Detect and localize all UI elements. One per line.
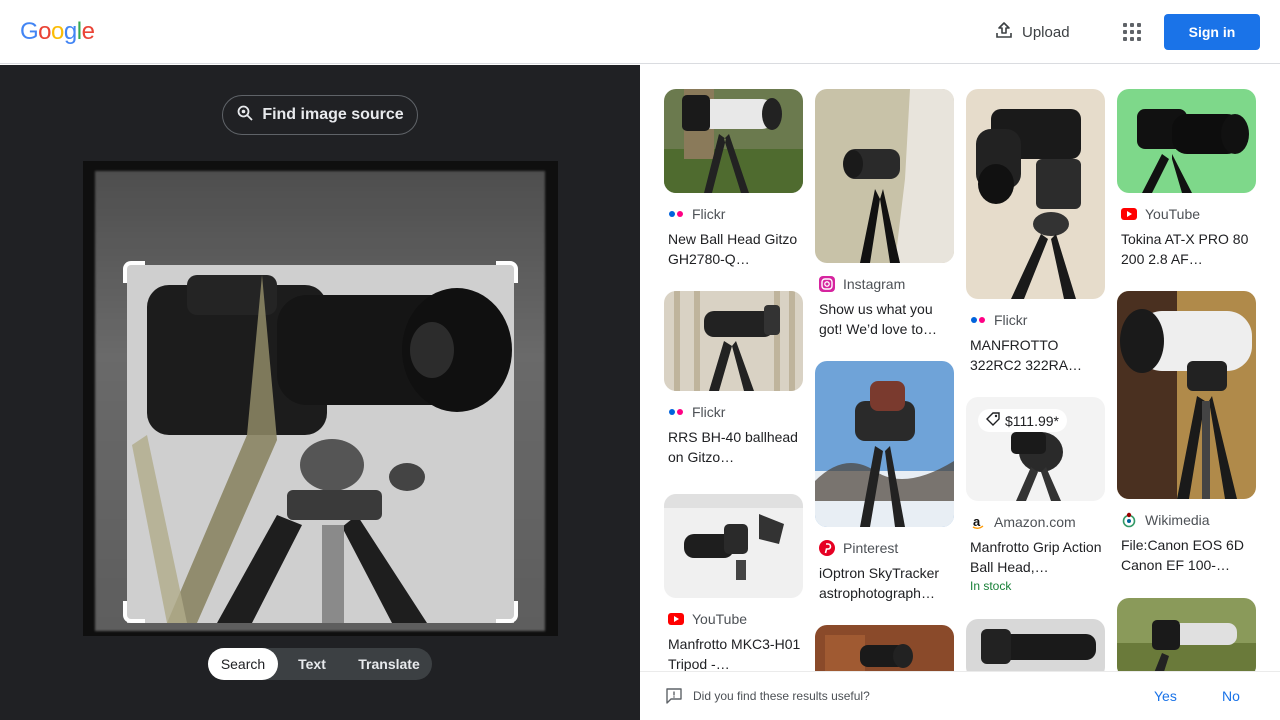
google-apps-icon[interactable] (1116, 16, 1148, 48)
camera-on-tripod-image (127, 265, 514, 623)
crop-handle-bottom-right[interactable] (496, 601, 518, 623)
result-title[interactable]: Manfrotto MKC3-H01 Tripod -… (664, 634, 803, 671)
result-title[interactable]: New Ball Head Gitzo GH2780-Q… (664, 229, 803, 269)
result-card[interactable]: $111.99* a Amazon.com Manfrotto Grip Act… (966, 397, 1105, 593)
crop-handle-top-left[interactable] (123, 261, 145, 283)
result-card[interactable] (1117, 598, 1256, 671)
google-logo[interactable]: Google (20, 18, 95, 46)
result-source: Flickr (966, 311, 1105, 329)
feedback-yes-button[interactable]: Yes (1154, 688, 1177, 704)
result-card[interactable] (966, 619, 1105, 671)
result-thumbnail[interactable] (664, 291, 803, 391)
result-thumbnail[interactable] (966, 89, 1105, 299)
result-thumbnail[interactable] (664, 89, 803, 193)
price-value: $111.99* (1005, 412, 1059, 429)
lens-search-icon (236, 104, 254, 127)
result-source-name: Amazon.com (994, 514, 1076, 530)
feedback-icon (666, 688, 682, 709)
result-source: YouTube (664, 610, 803, 628)
tab-translate[interactable]: Translate (346, 648, 432, 680)
youtube-icon (1121, 206, 1137, 222)
result-thumbnail[interactable] (1117, 89, 1256, 193)
result-card[interactable]: Flickr RRS BH-40 ballhead on Gitzo… (664, 291, 803, 467)
tab-text[interactable]: Text (278, 648, 346, 680)
upload-button[interactable]: Upload (986, 16, 1078, 48)
result-card[interactable]: YouTube Tokina AT-X PRO 80 200 2.8 AF… (1117, 89, 1256, 269)
result-card[interactable] (815, 625, 954, 671)
crop-handle-top-right[interactable] (496, 261, 518, 283)
logo-letter: g (63, 18, 77, 45)
result-source: Pinterest (815, 539, 954, 557)
result-source-name: Flickr (994, 312, 1028, 328)
result-card[interactable]: Pinterest iOptron SkyTracker astrophotog… (815, 361, 954, 603)
pinterest-icon (819, 540, 835, 556)
stock-status: In stock (970, 579, 1012, 593)
result-source: a Amazon.com (966, 513, 1105, 531)
instagram-icon (819, 276, 835, 292)
result-thumbnail[interactable] (664, 494, 803, 598)
result-thumbnail[interactable] (1117, 598, 1256, 671)
feedback-no-button[interactable]: No (1222, 688, 1240, 704)
result-thumbnail[interactable] (815, 89, 954, 263)
logo-letter: e (81, 18, 95, 45)
result-card[interactable]: Instagram Show us what you got! We’d lov… (815, 89, 954, 339)
logo-letter: o (51, 18, 64, 45)
price-badge: $111.99* (978, 409, 1067, 432)
flickr-icon (970, 312, 986, 328)
result-title[interactable]: MANFROTTO 322RC2 322RA… (966, 335, 1105, 375)
crop-handle-bottom-left[interactable] (123, 601, 145, 623)
tab-search[interactable]: Search (208, 648, 278, 680)
result-source-name: YouTube (692, 611, 748, 627)
result-thumbnail[interactable] (966, 619, 1105, 671)
flickr-icon (668, 206, 684, 222)
result-title[interactable]: File:Canon EOS 6D Canon EF 100-… (1117, 535, 1256, 575)
result-thumbnail[interactable] (815, 625, 954, 671)
upload-label: Upload (1022, 23, 1070, 41)
result-thumbnail[interactable] (1117, 291, 1256, 499)
svg-text:a: a (973, 514, 981, 529)
result-source: Wikimedia (1117, 511, 1256, 529)
logo-letter: G (20, 18, 39, 45)
result-source-name: Wikimedia (1145, 512, 1210, 528)
result-title[interactable]: Show us what you got! We’d love to… (815, 299, 954, 339)
visual-matches-grid: Flickr New Ball Head Gitzo GH2780-Q… Fli… (640, 65, 1280, 671)
find-image-source-button[interactable]: Find image source (222, 95, 418, 135)
result-source: YouTube (1117, 205, 1256, 223)
result-source-name: YouTube (1145, 206, 1201, 222)
wikimedia-icon (1121, 512, 1137, 528)
youtube-icon (668, 611, 684, 627)
result-source-name: Instagram (843, 276, 906, 292)
amazon-icon: a (970, 514, 986, 530)
result-card[interactable]: YouTube Manfrotto MKC3-H01 Tripod -… (664, 494, 803, 671)
result-thumbnail[interactable]: $111.99* (966, 397, 1105, 501)
feedback-bar: Did you find these results useful? Yes N… (640, 671, 1280, 720)
result-title[interactable]: Manfrotto Grip Action Ball Head,… (966, 537, 1105, 577)
result-title[interactable]: RRS BH-40 ballhead on Gitzo… (664, 427, 803, 467)
crop-selection[interactable] (127, 265, 514, 623)
flickr-icon (668, 404, 684, 420)
result-source: Flickr (664, 205, 803, 223)
top-bar: Google Upload Sign in (0, 0, 1280, 64)
result-source-name: Flickr (692, 206, 726, 222)
lens-mode-tabs: Search Text Translate (208, 648, 432, 680)
result-title[interactable]: iOptron SkyTracker astrophotograph… (815, 563, 954, 603)
result-card[interactable]: Flickr New Ball Head Gitzo GH2780-Q… (664, 89, 803, 269)
result-source-name: Pinterest (843, 540, 899, 556)
logo-letter: o (38, 18, 52, 45)
feedback-question: Did you find these results useful? (693, 689, 870, 703)
find-image-source-label: Find image source (262, 106, 404, 123)
result-thumbnail[interactable] (815, 361, 954, 527)
result-source: Flickr (664, 403, 803, 421)
result-title[interactable]: Tokina AT-X PRO 80 200 2.8 AF… (1117, 229, 1256, 269)
query-image (83, 161, 558, 636)
price-tag-icon (986, 412, 1000, 429)
sign-in-button[interactable]: Sign in (1164, 14, 1260, 50)
result-source: Instagram (815, 275, 954, 293)
query-image-pane: Find image source Search Text Translate (0, 65, 640, 720)
result-card[interactable]: Flickr MANFROTTO 322RC2 322RA… (966, 89, 1105, 375)
result-source-name: Flickr (692, 404, 726, 420)
upload-icon (994, 20, 1014, 44)
result-card[interactable]: Wikimedia File:Canon EOS 6D Canon EF 100… (1117, 291, 1256, 575)
